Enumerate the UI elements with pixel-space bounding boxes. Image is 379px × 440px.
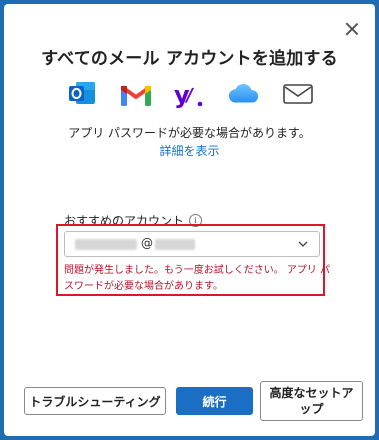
yahoo-icon: y / (173, 79, 207, 109)
advanced-setup-button[interactable]: 高度なセットアップ (260, 381, 363, 421)
dialog-title: すべてのメール アカウントを追加する (41, 49, 338, 69)
gmail-icon (119, 79, 153, 109)
error-message-line2: スワードが必要な場合があります。 (64, 281, 223, 292)
mail-icon (281, 79, 315, 109)
chevron-down-icon (298, 241, 308, 247)
troubleshoot-button[interactable]: トラブルシューティング (24, 387, 166, 415)
outlook-icon (65, 79, 99, 109)
redacted-username (75, 239, 137, 250)
account-at-symbol: @ (141, 236, 153, 250)
close-icon[interactable] (345, 22, 359, 36)
redacted-domain (155, 239, 195, 250)
add-account-dialog: すべてのメール アカウントを追加する y / アプリ パスワードが必要な場合があ… (4, 4, 375, 436)
account-select[interactable]: @ (64, 231, 320, 257)
provider-icons-row: y / (4, 76, 375, 112)
continue-button[interactable]: 続行 (176, 387, 253, 415)
error-message-line1: 問題が発生しました。もう一度お試しください。 アプリ パ (64, 265, 331, 276)
app-password-note: アプリ パスワードが必要な場合があります。 (68, 126, 311, 140)
details-link[interactable]: 詳細を表示 (4, 142, 375, 159)
icloud-icon (227, 79, 261, 109)
